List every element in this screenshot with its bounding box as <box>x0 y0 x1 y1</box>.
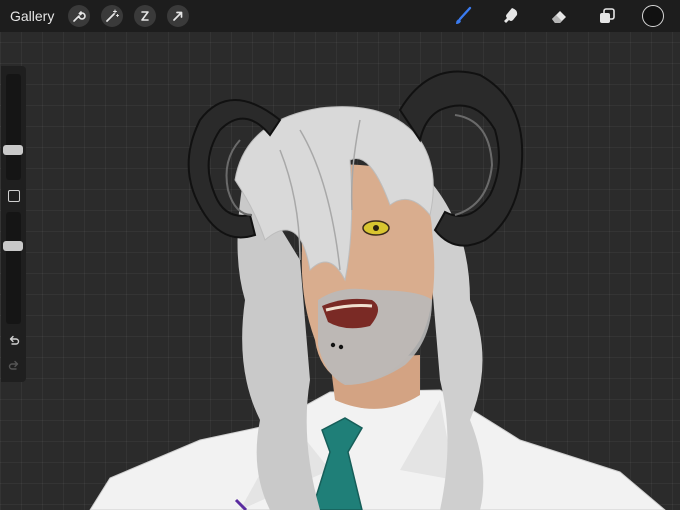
wrench-icon[interactable] <box>68 5 91 27</box>
eraser-icon[interactable] <box>548 5 570 27</box>
color-picker-circle[interactable] <box>642 5 664 27</box>
piercing-dot <box>330 342 336 348</box>
smudge-icon[interactable] <box>500 5 522 27</box>
brush-icon[interactable] <box>452 5 474 27</box>
top-toolbar: Gallery <box>0 0 680 32</box>
gallery-button[interactable]: Gallery <box>10 8 54 24</box>
magic-wand-icon[interactable] <box>101 5 124 27</box>
canvas-artwork[interactable] <box>0 32 680 510</box>
piercing-dot <box>338 344 344 350</box>
layers-icon[interactable] <box>596 5 618 27</box>
selection-icon[interactable] <box>134 5 157 27</box>
transform-arrow-icon[interactable] <box>167 5 190 27</box>
pupil <box>373 225 379 231</box>
